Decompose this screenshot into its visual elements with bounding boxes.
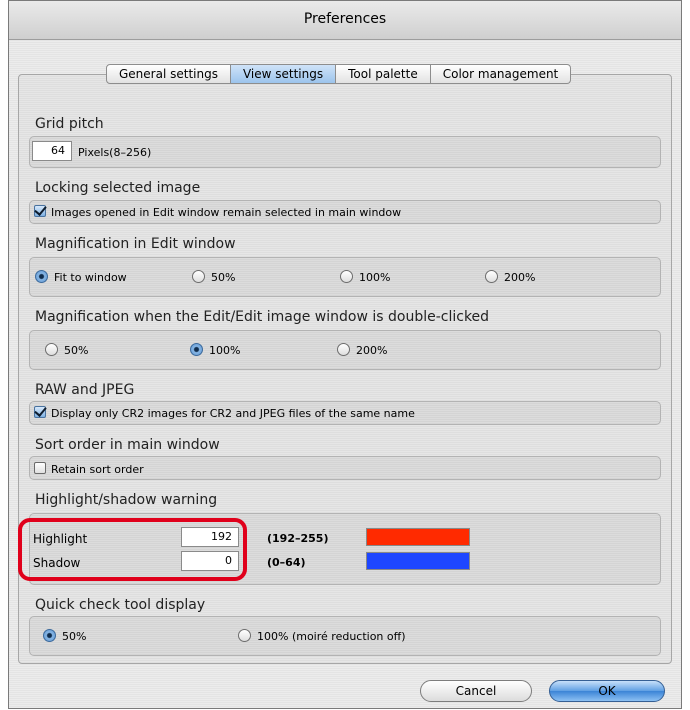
sort-order-label: Retain sort order [51,463,144,476]
radio-fit-to-window-label: Fit to window [54,271,127,284]
locking-checkbox[interactable] [34,205,46,217]
locking-label: Images opened in Edit window remain sele… [51,206,402,219]
locking-title: Locking selected image [35,180,201,196]
radio-edit-100-label: 100% [359,271,391,284]
raw-jpeg-checkbox[interactable] [34,406,46,418]
shadow-range: (0–64) [267,556,306,569]
magnification-edit-title: Magnification in Edit window [35,236,236,252]
radio-edit-50[interactable] [192,270,205,283]
sort-order-title: Sort order in main window [35,437,220,453]
tab-view-settings[interactable]: View settings [230,64,337,84]
sort-order-checkbox[interactable] [34,462,46,474]
warning-title: Highlight/shadow warning [35,492,218,508]
radio-fit-to-window[interactable] [35,270,48,283]
radio-double-50-label: 50% [64,344,89,357]
raw-jpeg-label: Display only CR2 images for CR2 and JPEG… [51,407,415,420]
window-title: Preferences [9,1,681,40]
tab-bar: General settings View settings Tool pale… [106,64,572,84]
radio-quick-100[interactable] [238,629,251,642]
tab-general-settings[interactable]: General settings [106,64,231,84]
radio-edit-100[interactable] [340,270,353,283]
radio-quick-50-label: 50% [62,630,87,643]
cancel-button[interactable]: Cancel [420,680,532,702]
raw-jpeg-title: RAW and JPEG [35,382,135,398]
radio-double-200-label: 200% [356,344,388,357]
tab-color-management[interactable]: Color management [430,64,572,84]
radio-double-50[interactable] [45,343,58,356]
radio-double-100-label: 100% [209,344,241,357]
magnification-double-title: Magnification when the Edit/Edit image w… [35,309,490,325]
radio-edit-200-label: 200% [504,271,536,284]
radio-edit-200[interactable] [485,270,498,283]
radio-double-100[interactable] [190,343,203,356]
ok-button[interactable]: OK [549,680,665,702]
quick-check-title: Quick check tool display [35,597,206,613]
radio-quick-100-label: 100% (moiré reduction off) [257,630,406,643]
radio-quick-50[interactable] [43,629,56,642]
annotation-highlight-ring [18,518,247,581]
radio-edit-50-label: 50% [211,271,236,284]
tab-tool-palette[interactable]: Tool palette [336,64,431,84]
grid-pitch-input[interactable]: 64 [32,141,72,161]
grid-pitch-title: Grid pitch [35,116,104,132]
highlight-range: (192–255) [267,532,329,545]
grid-pitch-range: Pixels(8–256) [78,146,152,159]
preferences-window: Preferences General settings View settin… [8,0,682,709]
shadow-color-swatch[interactable] [366,552,470,570]
highlight-color-swatch[interactable] [366,528,470,546]
radio-double-200[interactable] [337,343,350,356]
